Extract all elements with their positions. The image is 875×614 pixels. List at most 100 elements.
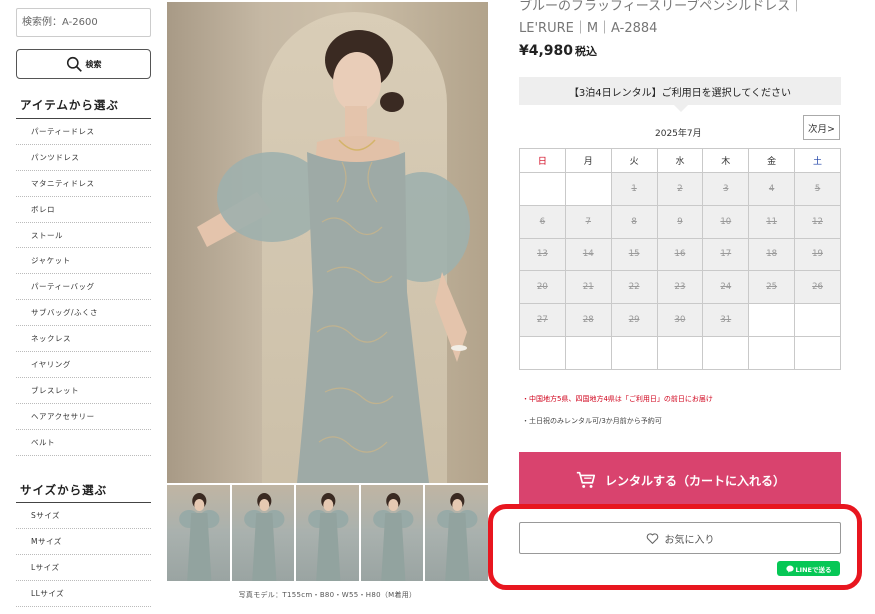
- calendar-day-unavailable: 7: [564, 204, 612, 239]
- sidebar-size-link[interactable]: LLサイズ: [16, 581, 151, 607]
- items-heading: アイテムから選ぶ: [20, 98, 119, 112]
- sidebar-item-link[interactable]: イヤリング: [16, 352, 151, 378]
- calendar-day-unavailable: 12: [794, 204, 841, 239]
- line-share-button[interactable]: LINEで送る: [777, 561, 840, 576]
- item-category-list: パーティードレス パンツドレス マタニティドレス ボレロ ストール ジャケット パーティーバ…: [16, 119, 151, 456]
- calendar-day-unavailable: 14: [564, 237, 612, 272]
- calendar-weekday-row: 日月火水木金土: [519, 148, 841, 173]
- calendar-day-unavailable: 2: [656, 172, 704, 206]
- product-thumbnail[interactable]: [231, 485, 295, 581]
- calendar-day-unavailable: 1: [610, 172, 658, 206]
- search-button-label: 検索: [85, 59, 102, 69]
- rental-instruction-bar: 【3泊4日レンタル】ご利用日を選択してください: [519, 77, 841, 112]
- sidebar-item-link[interactable]: ブレスレット: [16, 378, 151, 404]
- sidebar-size-link[interactable]: Lサイズ: [16, 555, 151, 581]
- thumbnail-strip: [167, 485, 488, 581]
- search-button[interactable]: 検索: [16, 49, 151, 79]
- calendar-empty-cell: [794, 335, 841, 370]
- sidebar-item-link[interactable]: パンツドレス: [16, 145, 151, 171]
- calendar-empty-cell: [519, 335, 566, 370]
- weekday-header: 木: [702, 148, 750, 173]
- product-title: ブルーのフラッフィースリーブペンシルドレス｜LE'RURE｜M｜A-2884: [519, 0, 804, 36]
- calendar-empty-cell: [748, 303, 796, 337]
- product-main-image[interactable]: [167, 2, 488, 483]
- calendar-day-unavailable: 18: [748, 237, 796, 272]
- rent-button-label: レンタルする（カートに入れる）: [604, 473, 785, 488]
- calendar-day-unavailable: 16: [656, 237, 704, 272]
- product-thumbnail[interactable]: [425, 485, 488, 581]
- sidebar-item-link[interactable]: ヘアアクセサリー: [16, 404, 151, 430]
- calendar-empty-cell: [564, 335, 612, 370]
- line-share-label: LINEで送る: [795, 565, 832, 574]
- rental-instruction: 【3泊4日レンタル】ご利用日を選択してください: [568, 87, 792, 99]
- sidebar-item-link[interactable]: ストール: [16, 223, 151, 249]
- delivery-note: ・中国地方5県、四国地方4県は「ご利用日」の前日にお届け: [522, 395, 713, 403]
- weekday-header: 月: [564, 148, 612, 173]
- price-value: ¥4,980: [519, 43, 574, 59]
- calendar-day-unavailable: 24: [702, 270, 750, 305]
- calendar-day-unavailable: 28: [564, 303, 612, 337]
- size-category-list: Sサイズ Mサイズ Lサイズ LLサイズ: [16, 503, 151, 607]
- calendar-day-unavailable: 23: [656, 270, 704, 305]
- calendar-month-label: 2025年7月: [655, 129, 702, 139]
- next-month-button[interactable]: 次月>: [803, 115, 840, 140]
- calendar-week-row: [519, 335, 841, 370]
- sidebar-item-link[interactable]: マタニティドレス: [16, 171, 151, 197]
- calendar-day-unavailable: 3: [702, 172, 750, 206]
- weekday-header: 日: [519, 148, 566, 173]
- calendar-empty-cell: [702, 335, 750, 370]
- sidebar-item-link[interactable]: ベルト: [16, 430, 151, 456]
- calendar-day-unavailable: 30: [656, 303, 704, 337]
- product-thumbnail[interactable]: [360, 485, 424, 581]
- calendar-day-unavailable: 6: [519, 204, 566, 239]
- calendar-empty-cell: [610, 335, 658, 370]
- product-thumbnail[interactable]: [167, 485, 230, 581]
- product-price: ¥4,980 税込: [519, 43, 597, 59]
- calendar-day-unavailable: 27: [519, 303, 566, 337]
- search-input[interactable]: [16, 8, 151, 37]
- sidebar-item-link[interactable]: ジャケット: [16, 248, 151, 275]
- calendar-day-unavailable: 11: [748, 204, 796, 239]
- weekday-header: 水: [656, 148, 704, 173]
- sidebar-size-link[interactable]: Mサイズ: [16, 529, 151, 555]
- calendar-week-row: 6 7 8 9 10 11 12: [519, 204, 841, 239]
- model-caption: 写真モデル：T155cm・B80・W55・H80（M着用）: [238, 591, 417, 599]
- sidebar-item-link[interactable]: サブバッグ/ふくさ: [16, 300, 151, 327]
- sidebar-item-link[interactable]: ネックレス: [16, 326, 151, 353]
- sidebar: 検索 アイテムから選ぶ パーティードレスパンツドレスマタニティドレスボレロストー…: [0, 0, 160, 614]
- calendar-day-unavailable: 26: [794, 270, 841, 305]
- calendar-week-row: 13 14 15 16 17 18 19: [519, 237, 841, 272]
- sidebar-item-link[interactable]: パーティードレス: [16, 119, 151, 145]
- rent-add-to-cart-button[interactable]: レンタルする（カートに入れる）: [519, 452, 841, 508]
- calendar-empty-cell: [656, 335, 704, 370]
- calendar-day-unavailable: 4: [748, 172, 796, 206]
- weekend-note: ・土日祝のみレンタル可/3か月前から予約可: [522, 417, 662, 425]
- favorite-button[interactable]: お気に入り: [519, 522, 841, 554]
- calendar-empty-cell: [564, 172, 612, 206]
- calendar-day-unavailable: 19: [794, 237, 841, 272]
- calendar-day-unavailable: 31: [702, 303, 750, 337]
- calendar-day-unavailable: 13: [519, 237, 566, 272]
- product-thumbnail[interactable]: [296, 485, 359, 581]
- calendar-day-unavailable: 21: [564, 270, 612, 305]
- size-heading: サイズから選ぶ: [20, 483, 108, 497]
- calendar-week-row: 12345: [519, 172, 841, 206]
- calendar-empty-cell: [519, 172, 566, 206]
- sidebar-item-link[interactable]: ボレロ: [16, 197, 151, 223]
- calendar-empty-cell: [748, 335, 796, 370]
- cart-icon: [576, 471, 596, 488]
- favorite-button-label: お気に入り: [664, 534, 715, 546]
- weekday-header: 金: [748, 148, 796, 173]
- search-icon: [66, 56, 82, 72]
- calendar-week-row: 20 21 22 23 24 25 26: [519, 270, 841, 305]
- calendar-day-unavailable: 29: [610, 303, 658, 337]
- calendar-day-unavailable: 5: [794, 172, 841, 206]
- calendar-day-unavailable: 20: [519, 270, 566, 305]
- calendar-empty-cell: [794, 303, 841, 337]
- line-chat-icon: [785, 565, 794, 573]
- calendar-day-unavailable: 10: [702, 204, 750, 239]
- calendar-day-unavailable: 15: [610, 237, 658, 272]
- sidebar-item-link[interactable]: パーティーバッグ: [16, 274, 151, 301]
- sidebar-size-link[interactable]: Sサイズ: [16, 503, 151, 529]
- heart-icon: [646, 532, 658, 544]
